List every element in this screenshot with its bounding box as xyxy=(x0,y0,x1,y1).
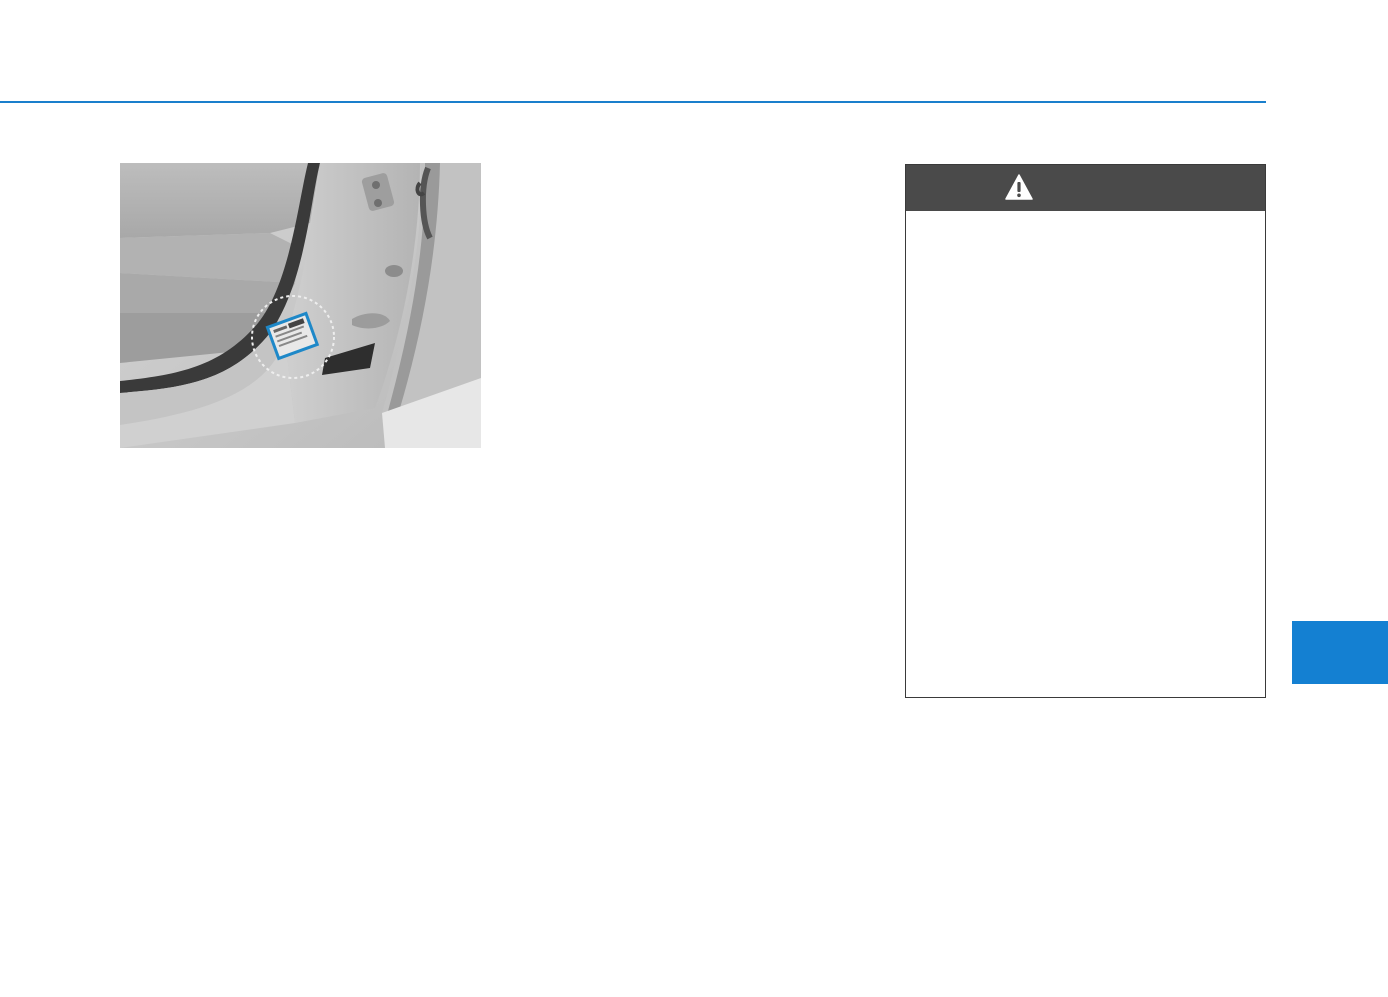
warning-triangle-icon xyxy=(1004,173,1034,201)
warning-body xyxy=(906,211,1265,697)
top-rule xyxy=(0,101,1266,103)
door-pillar-illustration xyxy=(120,163,481,448)
warning-header xyxy=(906,165,1265,211)
warning-box xyxy=(905,164,1266,698)
chapter-tab xyxy=(1292,621,1388,684)
